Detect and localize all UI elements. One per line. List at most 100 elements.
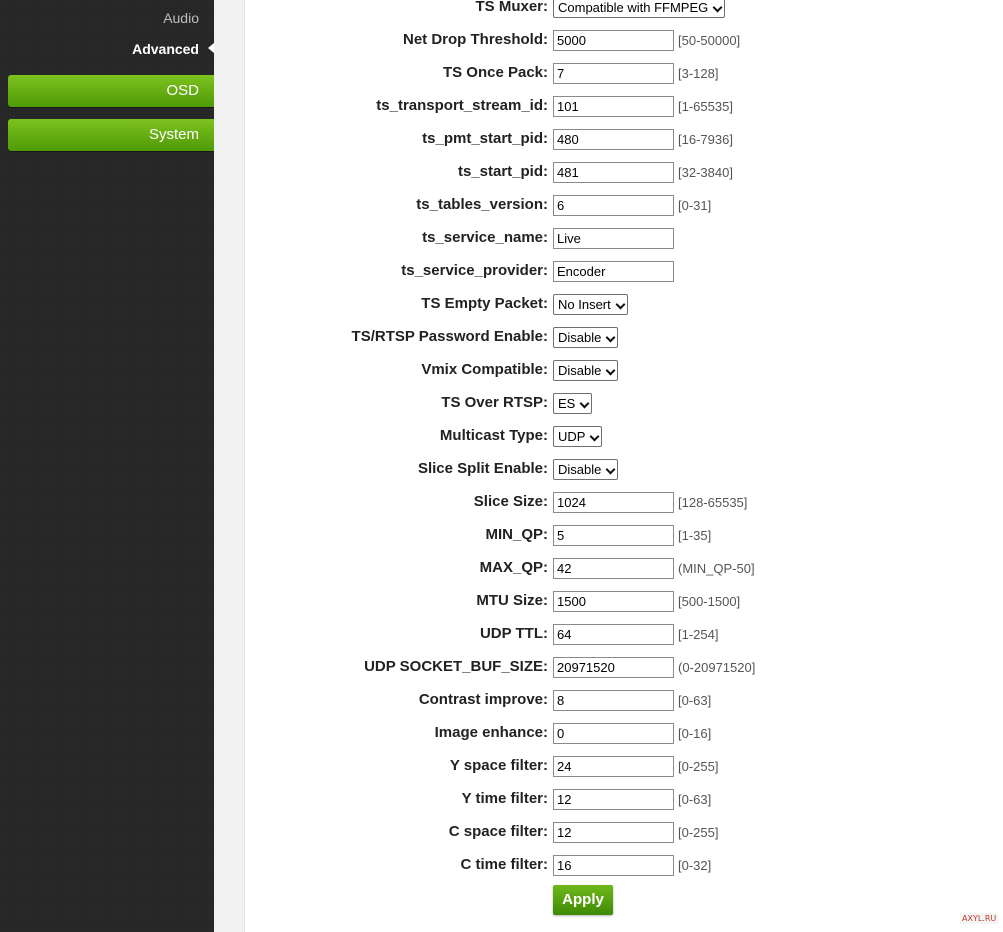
field-select[interactable]: ES xyxy=(553,393,593,414)
field-label: TS Once Pack: xyxy=(442,64,548,81)
field-input[interactable] xyxy=(553,756,674,777)
field-label: TS Empty Packet: xyxy=(421,295,548,312)
select-value: Compatible with FFMPEG xyxy=(558,0,709,15)
field-range-hint: [0-31] xyxy=(678,198,712,213)
form-row: Vmix Compatible: Disable xyxy=(244,358,1003,382)
form-row: Y space filter: [0-255] xyxy=(244,754,1003,778)
field-label: Contrast improve: xyxy=(418,691,548,708)
form-row: ts_start_pid: [32-3840] xyxy=(244,160,1003,184)
field-input[interactable] xyxy=(553,492,674,513)
field-range-hint: [0-32] xyxy=(678,858,712,873)
sidebar: Audio Advanced OSD System xyxy=(0,0,214,932)
field-label: Slice Split Enable: xyxy=(417,460,548,477)
field-select[interactable]: UDP xyxy=(553,426,603,447)
field-input[interactable] xyxy=(553,624,674,645)
form-row: Multicast Type: UDP xyxy=(244,424,1003,448)
field-label: ts_tables_version: xyxy=(416,196,548,213)
form-row: TS/RTSP Password Enable: Disable xyxy=(244,325,1003,349)
select-value: Disable xyxy=(558,462,602,477)
field-label: MIN_QP: xyxy=(485,526,548,543)
chevron-down-icon xyxy=(605,365,616,376)
field-range-hint: [1-254] xyxy=(678,627,719,642)
select-value: Disable xyxy=(558,363,602,378)
field-label: ts_service_provider: xyxy=(401,262,548,279)
field-input[interactable] xyxy=(553,723,674,744)
field-input[interactable] xyxy=(553,657,674,678)
field-range-hint: [1-65535] xyxy=(678,99,733,114)
form-row: Slice Size: [128-65535] xyxy=(244,490,1003,514)
field-label: MAX_QP: xyxy=(479,559,548,576)
form-row: Net Drop Threshold: [50-50000] xyxy=(244,28,1003,52)
chevron-down-icon xyxy=(712,2,723,13)
select-value: ES xyxy=(558,396,576,411)
field-range-hint: [0-255] xyxy=(678,759,719,774)
form-row: TS Once Pack: [3-128] xyxy=(244,61,1003,85)
field-range-hint: (0-20971520] xyxy=(678,660,756,675)
field-label: UDP TTL: xyxy=(479,625,548,642)
field-label: Vmix Compatible: xyxy=(421,361,548,378)
field-input[interactable] xyxy=(553,789,674,810)
form-row: TS Over RTSP: ES xyxy=(244,391,1003,415)
form-row: ts_service_name: xyxy=(244,226,1003,250)
form-row: TS Empty Packet: No Insert xyxy=(244,292,1003,316)
field-input[interactable] xyxy=(553,690,674,711)
form-row: Contrast improve: [0-63] xyxy=(244,688,1003,712)
field-input[interactable] xyxy=(553,591,674,612)
field-range-hint: [50-50000] xyxy=(678,33,741,48)
field-range-hint: (MIN_QP-50] xyxy=(678,561,755,576)
field-input[interactable] xyxy=(553,525,674,546)
field-label: MTU Size: xyxy=(476,592,548,609)
field-label: Slice Size: xyxy=(473,493,548,510)
menu-button-osd[interactable]: OSD xyxy=(8,75,214,107)
field-input[interactable] xyxy=(553,63,674,84)
form-row: UDP SOCKET_BUF_SIZE: (0-20971520] xyxy=(244,655,1003,679)
field-input[interactable] xyxy=(553,162,674,183)
form-row: Image enhance: [0-16] xyxy=(244,721,1003,745)
field-range-hint: [500-1500] xyxy=(678,594,741,609)
field-select[interactable]: Disable xyxy=(553,459,619,480)
field-input[interactable] xyxy=(553,30,674,51)
menu-button-system[interactable]: System xyxy=(8,119,214,151)
form-row: Y time filter: [0-63] xyxy=(244,787,1003,811)
form-row: MAX_QP: (MIN_QP-50] xyxy=(244,556,1003,580)
sidebar-item-audio[interactable]: Audio xyxy=(163,10,199,26)
field-select[interactable]: Compatible with FFMPEG xyxy=(553,0,726,18)
field-label: ts_start_pid: xyxy=(457,163,548,180)
field-label: TS Muxer: xyxy=(475,0,548,15)
chevron-down-icon xyxy=(605,464,616,475)
form-row: ts_tables_version: [0-31] xyxy=(244,193,1003,217)
field-input[interactable] xyxy=(553,195,674,216)
field-label: Y time filter: xyxy=(461,790,548,807)
field-input[interactable] xyxy=(553,96,674,117)
field-range-hint: [3-128] xyxy=(678,66,719,81)
field-input[interactable] xyxy=(553,558,674,579)
field-range-hint: [0-63] xyxy=(678,693,712,708)
field-select[interactable]: Disable xyxy=(553,327,619,348)
apply-button[interactable]: Apply xyxy=(553,885,613,915)
field-label: C time filter: xyxy=(460,856,548,873)
field-label: Net Drop Threshold: xyxy=(403,31,548,48)
field-input[interactable] xyxy=(553,855,674,876)
advanced-settings-form: TS Muxer: Compatible with FFMPEG Net Drop … xyxy=(244,0,1003,932)
field-input[interactable] xyxy=(553,261,674,282)
form-row: UDP TTL: [1-254] xyxy=(244,622,1003,646)
form-row: C space filter: [0-255] xyxy=(244,820,1003,844)
chevron-down-icon xyxy=(615,299,626,310)
field-label: Image enhance: xyxy=(434,724,548,741)
field-select[interactable]: Disable xyxy=(553,360,619,381)
field-label: TS Over RTSP: xyxy=(441,394,548,411)
select-value: UDP xyxy=(558,429,586,444)
field-input[interactable] xyxy=(553,822,674,843)
field-label: Multicast Type: xyxy=(439,427,548,444)
sidebar-item-advanced[interactable]: Advanced xyxy=(132,41,199,57)
field-select[interactable]: No Insert xyxy=(553,294,628,315)
field-input[interactable] xyxy=(553,129,674,150)
field-label: ts_transport_stream_id: xyxy=(376,97,548,114)
field-input[interactable] xyxy=(553,228,674,249)
form-row: ts_service_provider: xyxy=(244,259,1003,283)
form-row: MIN_QP: [1-35] xyxy=(244,523,1003,547)
select-value: Disable xyxy=(558,330,602,345)
field-range-hint: [128-65535] xyxy=(678,495,748,510)
form-row: ts_pmt_start_pid: [16-7936] xyxy=(244,127,1003,151)
field-range-hint: [0-63] xyxy=(678,792,712,807)
